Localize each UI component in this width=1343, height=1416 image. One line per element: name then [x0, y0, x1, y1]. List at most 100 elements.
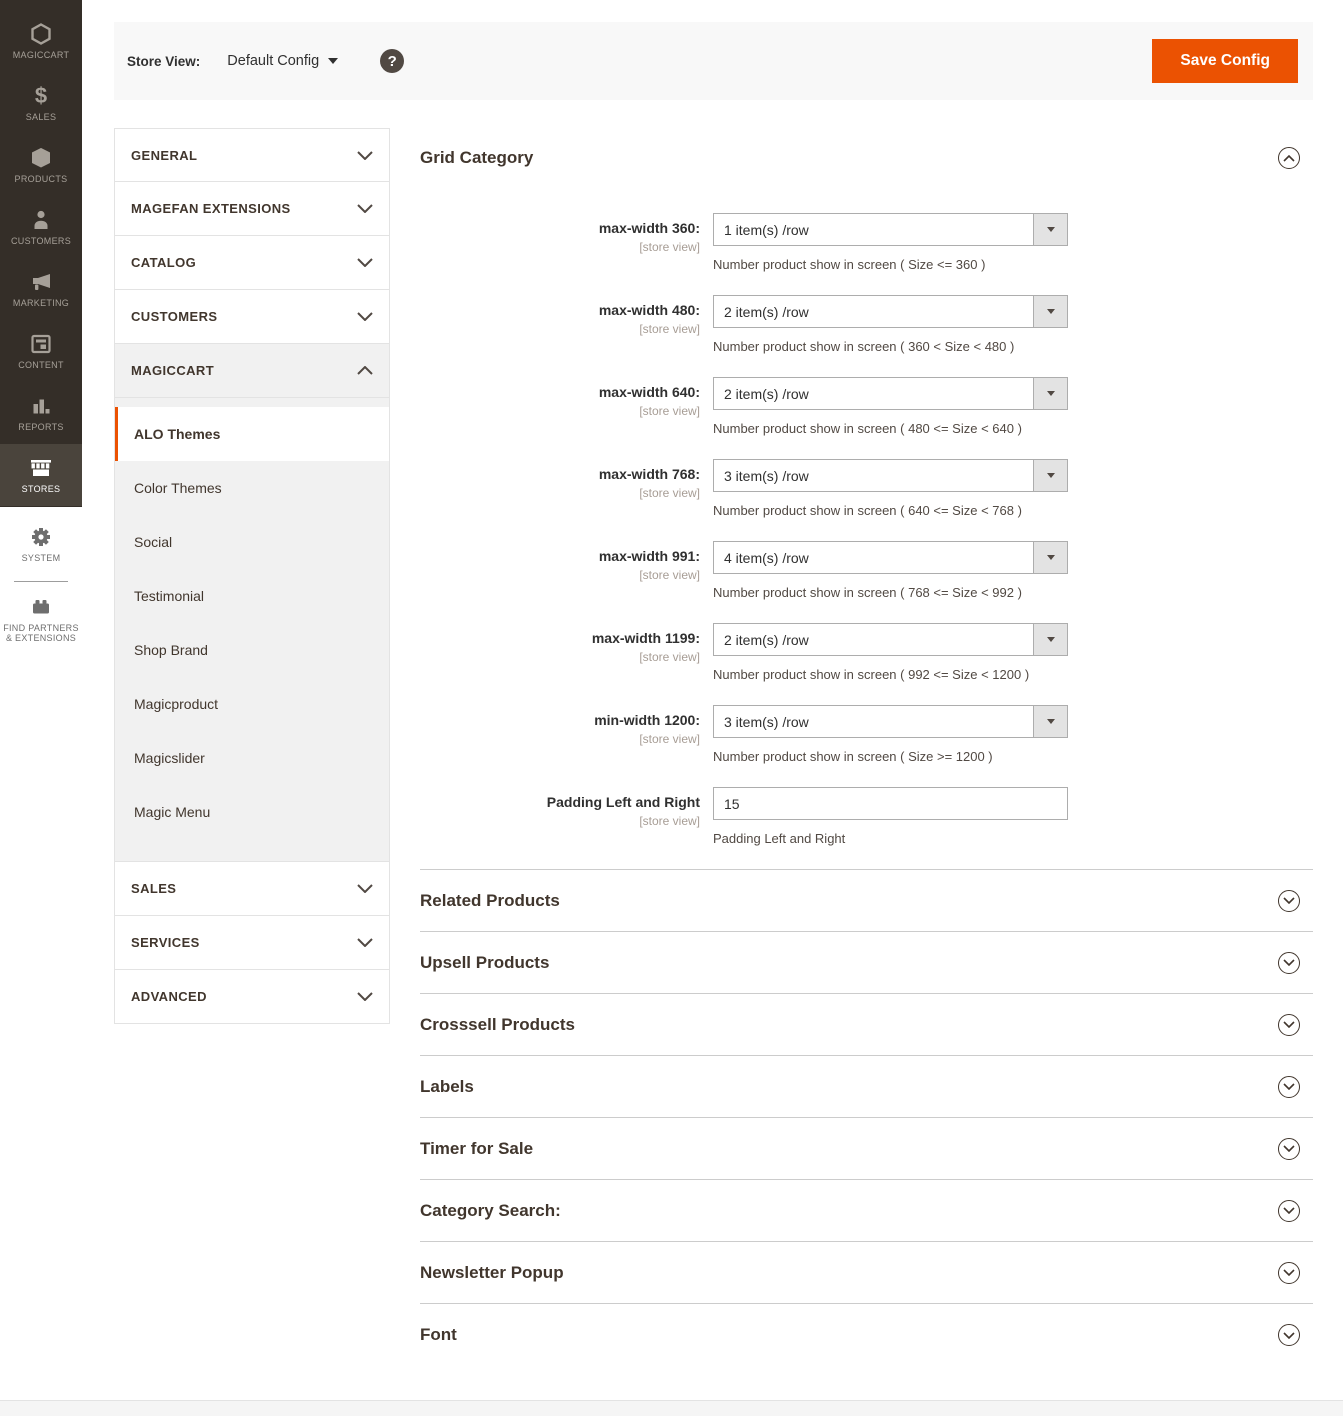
select-max-width-360[interactable]: 1 item(s) /row: [713, 213, 1068, 246]
brick-icon: [29, 595, 53, 619]
field-label: max-width 991:: [598, 548, 700, 564]
config-section-catalog[interactable]: CATALOG: [114, 236, 390, 290]
admin-menu-secondary: SYSTEM FIND PARTNERS & EXTENSIONS: [0, 513, 82, 650]
field-row-max-width-640: max-width 640: [store view] 2 item(s) /r…: [420, 377, 1313, 436]
storefront-icon: [28, 456, 54, 480]
dropdown-arrow-icon[interactable]: [1033, 460, 1067, 491]
config-subsection-alo-themes[interactable]: ALO Themes: [115, 407, 389, 461]
admin-menu-item-reports[interactable]: REPORTS: [0, 382, 82, 444]
field-note: Number product show in screen ( 640 <= S…: [713, 503, 1022, 518]
expand-icon[interactable]: [1278, 1261, 1300, 1284]
field-scope: [store view]: [639, 486, 700, 500]
config-subsection-magic-menu[interactable]: Magic Menu: [115, 785, 389, 839]
field-row-min-width-1200: min-width 1200: [store view] 3 item(s) /…: [420, 705, 1313, 764]
config-subsection-color-themes[interactable]: Color Themes: [115, 461, 389, 515]
select-max-width-768[interactable]: 3 item(s) /row: [713, 459, 1068, 492]
field-label: max-width 480:: [598, 302, 700, 318]
select-min-width-1200[interactable]: 3 item(s) /row: [713, 705, 1068, 738]
chevron-down-icon: [357, 992, 373, 1001]
expand-icon[interactable]: [1278, 951, 1300, 974]
dropdown-arrow-icon[interactable]: [1033, 706, 1067, 737]
field-scope: [store view]: [639, 650, 700, 664]
expand-icon[interactable]: [1278, 1324, 1300, 1346]
accordion-section-related-products[interactable]: Related Products: [420, 870, 1313, 932]
field-row-max-width-1199: max-width 1199: [store view] 2 item(s) /…: [420, 623, 1313, 682]
admin-menu-item-find-partners[interactable]: FIND PARTNERS & EXTENSIONS: [0, 588, 82, 650]
admin-menu-item-sales[interactable]: $ SALES: [0, 72, 82, 134]
admin-menu-item-marketing[interactable]: MARKETING: [0, 258, 82, 320]
accordion-section-font[interactable]: Font: [420, 1304, 1313, 1366]
select-max-width-1199[interactable]: 2 item(s) /row: [713, 623, 1068, 656]
expand-icon[interactable]: [1278, 1013, 1300, 1036]
dropdown-arrow-icon[interactable]: [1033, 296, 1067, 327]
bar-chart-icon: [29, 394, 53, 418]
dropdown-arrow-icon[interactable]: [1033, 624, 1067, 655]
layout-icon: [29, 332, 53, 356]
accordion-section-newsletter-popup[interactable]: Newsletter Popup: [420, 1242, 1313, 1304]
chevron-down-icon: [357, 884, 373, 893]
admin-menu-item-content[interactable]: CONTENT: [0, 320, 82, 382]
admin-menu-label: MARKETING: [12, 298, 70, 308]
field-label: Padding Left and Right: [546, 794, 700, 810]
chevron-down-icon: [357, 204, 373, 213]
expand-icon[interactable]: [1278, 1199, 1300, 1222]
expand-icon[interactable]: [1278, 889, 1300, 912]
dropdown-arrow-icon[interactable]: [1033, 542, 1067, 573]
padding-input[interactable]: [713, 787, 1068, 820]
select-max-width-991[interactable]: 4 item(s) /row: [713, 541, 1068, 574]
admin-menu-item-stores[interactable]: STORES: [0, 444, 82, 506]
store-view-switcher[interactable]: Default Config: [227, 53, 339, 69]
chevron-up-icon: [357, 366, 373, 375]
admin-menu-label: CUSTOMERS: [10, 236, 72, 246]
person-icon: [29, 208, 53, 232]
caret-down-icon: [328, 58, 339, 64]
expand-icon[interactable]: [1278, 1137, 1300, 1160]
config-subsection-magicproduct[interactable]: Magicproduct: [115, 677, 389, 731]
page-toolbar: Store View: Default Config ? Save Config: [114, 22, 1313, 100]
collapse-icon[interactable]: [1278, 147, 1300, 169]
admin-menu-label: MAGICCART: [12, 50, 70, 60]
config-section-magefan-extensions[interactable]: MAGEFAN EXTENSIONS: [114, 182, 390, 236]
expand-icon[interactable]: [1278, 1075, 1300, 1098]
config-subsection-social[interactable]: Social: [115, 515, 389, 569]
accordion-section-upsell-products[interactable]: Upsell Products: [420, 932, 1313, 994]
store-view-label: Store View:: [127, 53, 201, 69]
field-scope: [store view]: [639, 322, 700, 336]
field-row-max-width-360: max-width 360: [store view] 1 item(s) /r…: [420, 213, 1313, 272]
menu-divider: [14, 581, 68, 582]
accordion-section-category-search[interactable]: Category Search:: [420, 1180, 1313, 1242]
accordion-section-crosssell-products[interactable]: Crosssell Products: [420, 994, 1313, 1056]
grid-category-header: Grid Category: [420, 140, 1313, 176]
config-subsection-magicslider[interactable]: Magicslider: [115, 731, 389, 785]
store-view-value: Default Config: [227, 53, 320, 69]
select-max-width-640[interactable]: 2 item(s) /row: [713, 377, 1068, 410]
field-note: Number product show in screen ( 360 < Si…: [713, 339, 1015, 354]
config-section-advanced[interactable]: ADVANCED: [114, 970, 390, 1024]
admin-menu-item-customers[interactable]: CUSTOMERS: [0, 196, 82, 258]
select-max-width-480[interactable]: 2 item(s) /row: [713, 295, 1068, 328]
accordion-section-labels[interactable]: Labels: [420, 1056, 1313, 1118]
dropdown-arrow-icon[interactable]: [1033, 214, 1067, 245]
config-section-magiccart[interactable]: MAGICCART: [114, 344, 390, 398]
field-note: Number product show in screen ( 768 <= S…: [713, 585, 1022, 600]
admin-menu-label: SALES: [25, 112, 57, 122]
config-subsection-testimonial[interactable]: Testimonial: [115, 569, 389, 623]
config-section-sales[interactable]: SALES: [114, 862, 390, 916]
help-icon[interactable]: ?: [380, 49, 405, 73]
dropdown-arrow-icon[interactable]: [1033, 378, 1067, 409]
config-section-services[interactable]: SERVICES: [114, 916, 390, 970]
admin-menu-item-magiccart[interactable]: MAGICCART: [0, 10, 82, 72]
field-row-max-width-480: max-width 480: [store view] 2 item(s) /r…: [420, 295, 1313, 354]
admin-menu: MAGICCART $ SALES PRODUCTS CUSTOMERS MAR…: [0, 0, 82, 507]
admin-menu-item-products[interactable]: PRODUCTS: [0, 134, 82, 196]
config-section-customers[interactable]: CUSTOMERS: [114, 290, 390, 344]
accordion-section-timer-for-sale[interactable]: Timer for Sale: [420, 1118, 1313, 1180]
admin-menu-label: FIND PARTNERS & EXTENSIONS: [3, 623, 79, 643]
admin-menu-label: REPORTS: [18, 422, 64, 432]
save-config-button[interactable]: Save Config: [1152, 39, 1298, 83]
admin-sidebar: MAGICCART $ SALES PRODUCTS CUSTOMERS MAR…: [0, 0, 82, 1416]
admin-menu-item-system[interactable]: SYSTEM: [0, 513, 82, 575]
config-section-general[interactable]: GENERAL: [114, 128, 390, 182]
config-subsection-shop-brand[interactable]: Shop Brand: [115, 623, 389, 677]
svg-text:$: $: [35, 84, 47, 108]
